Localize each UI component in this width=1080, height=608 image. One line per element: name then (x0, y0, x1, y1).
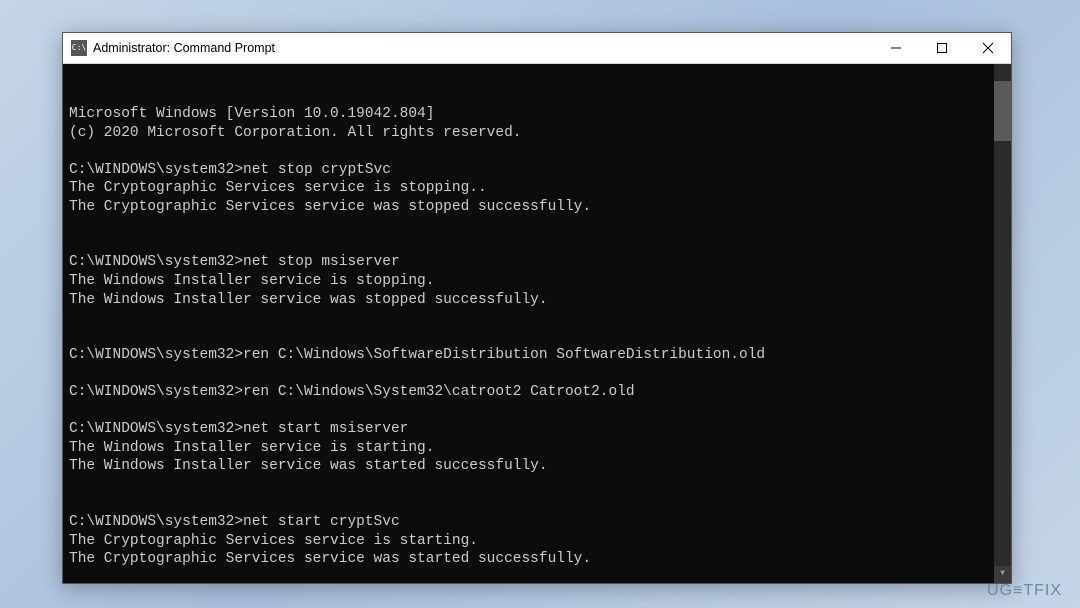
terminal-line: C:\WINDOWS\system32>net stop cryptSvc (69, 161, 1005, 180)
terminal-line: The Windows Installer service is startin… (69, 439, 1005, 458)
scroll-thumb[interactable] (994, 81, 1011, 141)
maximize-icon (937, 43, 947, 53)
terminal-line (69, 495, 1005, 514)
terminal-line: C:\WINDOWS\system32>net start cryptSvc (69, 513, 1005, 532)
terminal-line: The Windows Installer service was stoppe… (69, 291, 1005, 310)
close-icon (983, 43, 993, 53)
terminal-line: C:\WINDOWS\system32>ren C:\Windows\Syste… (69, 383, 1005, 402)
terminal-output[interactable]: Microsoft Windows [Version 10.0.19042.80… (63, 64, 1011, 583)
app-icon: C:\ (71, 40, 87, 56)
terminal-line: The Cryptographic Services service is st… (69, 179, 1005, 198)
terminal-line (69, 402, 1005, 421)
command-prompt-window: C:\ Administrator: Command Prompt Micros… (62, 32, 1012, 584)
terminal-line: C:\WINDOWS\system32>net start msiserver (69, 420, 1005, 439)
terminal-line: Microsoft Windows [Version 10.0.19042.80… (69, 105, 1005, 124)
terminal-line: The Cryptographic Services service is st… (69, 532, 1005, 551)
terminal-line: C:\WINDOWS\system32>net stop msiserver (69, 253, 1005, 272)
terminal-line (69, 142, 1005, 161)
minimize-button[interactable] (873, 33, 919, 63)
terminal-line (69, 216, 1005, 235)
terminal-line (69, 569, 1005, 583)
terminal-line: The Cryptographic Services service was s… (69, 550, 1005, 569)
scroll-down-arrow[interactable]: ▼ (994, 566, 1011, 583)
window-controls (873, 33, 1011, 63)
terminal-line: C:\WINDOWS\system32>ren C:\Windows\Softw… (69, 346, 1005, 365)
scrollbar[interactable]: ▲ ▼ (994, 64, 1011, 583)
terminal-line (69, 476, 1005, 495)
terminal-line (69, 309, 1005, 328)
terminal-line (69, 328, 1005, 347)
terminal-line: The Windows Installer service is stoppin… (69, 272, 1005, 291)
minimize-icon (891, 43, 901, 53)
watermark: UG≡TFIX (987, 582, 1062, 600)
maximize-button[interactable] (919, 33, 965, 63)
terminal-line: The Cryptographic Services service was s… (69, 198, 1005, 217)
terminal-line (69, 365, 1005, 384)
titlebar[interactable]: C:\ Administrator: Command Prompt (63, 33, 1011, 64)
terminal-line (69, 235, 1005, 254)
terminal-line: (c) 2020 Microsoft Corporation. All righ… (69, 124, 1005, 143)
close-button[interactable] (965, 33, 1011, 63)
window-title: Administrator: Command Prompt (93, 41, 873, 55)
terminal-line: The Windows Installer service was starte… (69, 457, 1005, 476)
